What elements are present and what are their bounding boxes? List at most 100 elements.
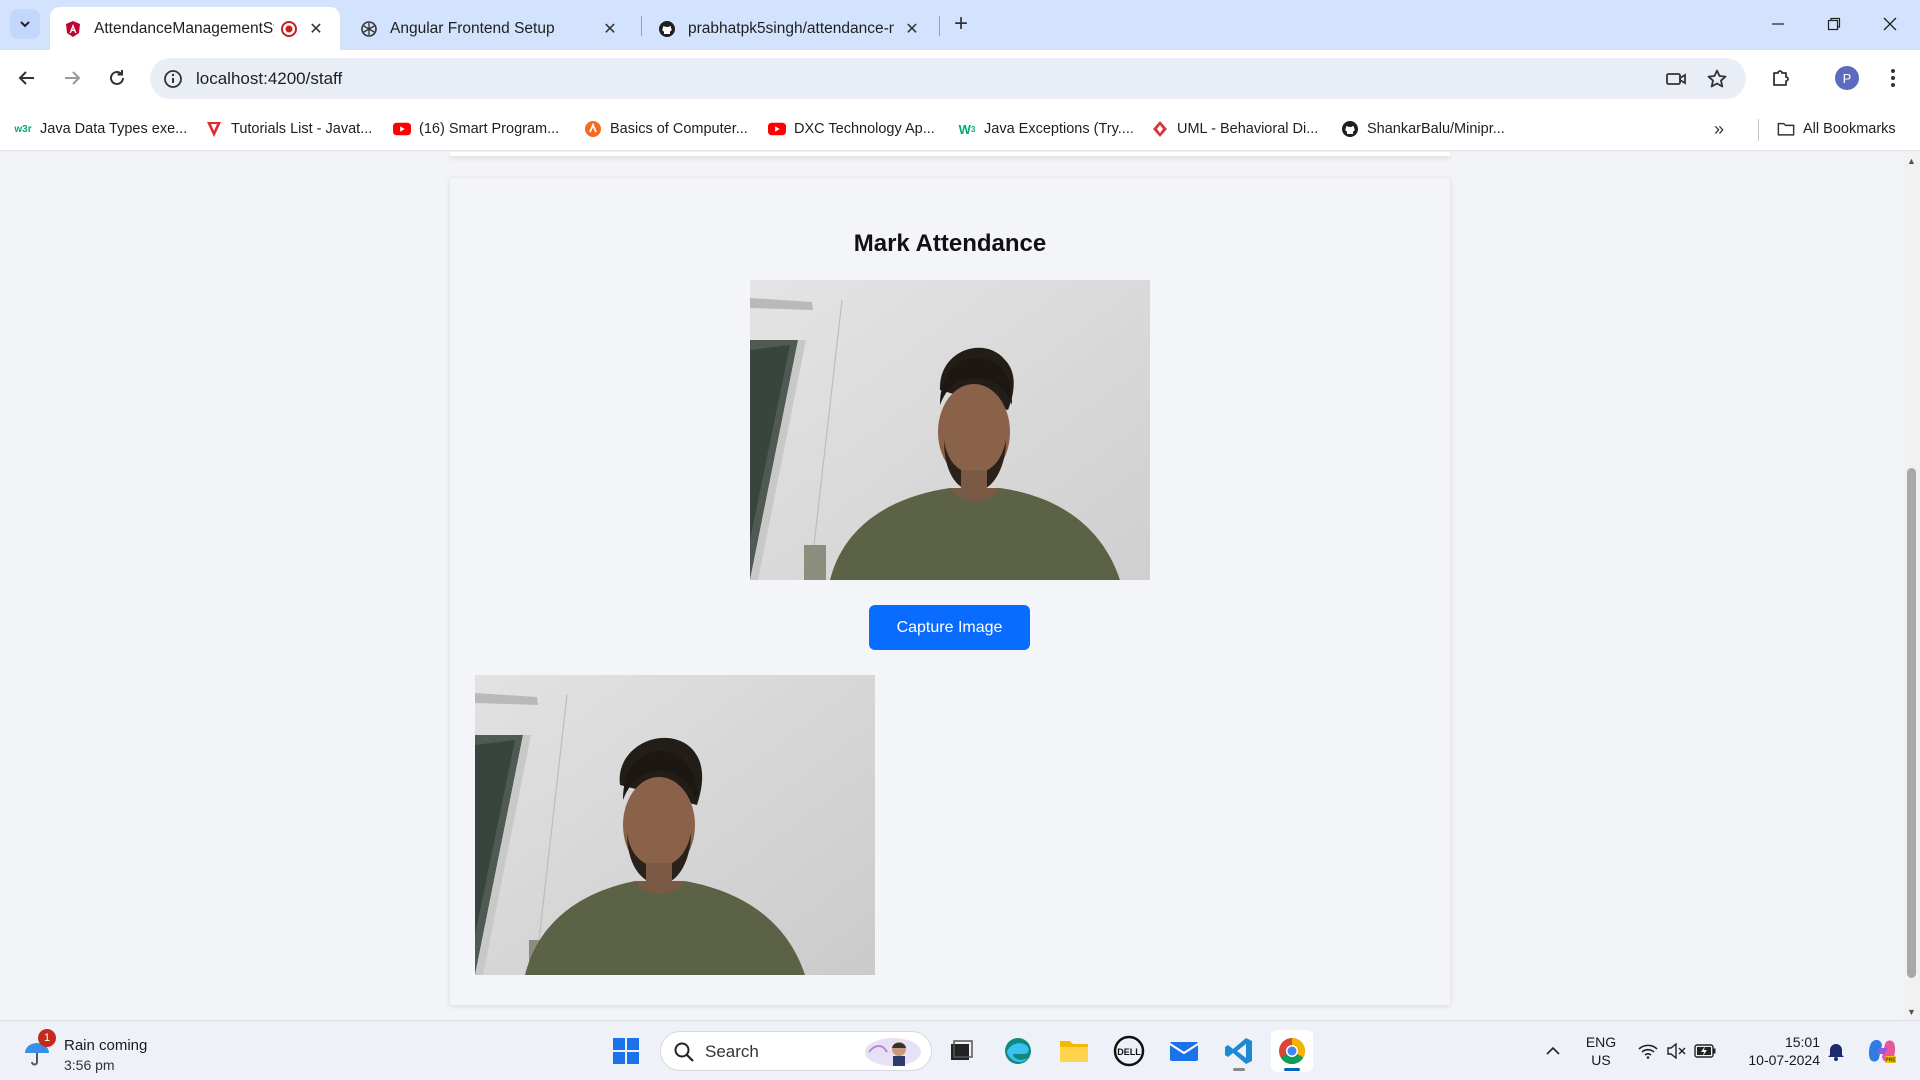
w3schools-icon: w3r (14, 123, 32, 135)
clock-date: 10-07-2024 (1748, 1052, 1820, 1068)
w3-icon: W3 (958, 121, 976, 137)
running-indicator (1233, 1068, 1245, 1071)
taskbar-task-view[interactable] (940, 1030, 982, 1072)
tab-angular-setup[interactable]: Angular Frontend Setup ✕ (346, 7, 634, 50)
youtube-icon (393, 120, 411, 138)
weather-widget[interactable]: 1 Rain coming 3:56 pm (22, 1029, 162, 1073)
taskbar-search-box[interactable]: Search (660, 1031, 932, 1071)
chevron-up-icon (1546, 1046, 1560, 1055)
region-code: US (1591, 1052, 1611, 1068)
page-title: Mark Attendance (853, 230, 1047, 257)
minimize-button[interactable] (1750, 8, 1806, 40)
bell-icon (1828, 1044, 1844, 1061)
kebab-menu-icon (1891, 69, 1895, 87)
search-highlight-illustration-icon (863, 1036, 923, 1068)
all-bookmarks-button[interactable]: All Bookmarks (1777, 117, 1896, 141)
extensions-button[interactable] (1764, 61, 1798, 95)
all-bookmarks-label: All Bookmarks (1803, 121, 1896, 137)
tab-title: AttendanceManagementSys (94, 19, 274, 37)
back-button[interactable] (10, 61, 44, 95)
bookmark-item[interactable]: ShankarBalu/Minipr... (1341, 117, 1505, 141)
taskbar-mail[interactable] (1163, 1030, 1205, 1072)
page-scrollbar[interactable]: ▲ ▼ (1903, 152, 1920, 1020)
language-indicator[interactable]: ENG US (1578, 1033, 1624, 1069)
battery-status[interactable] (1690, 1021, 1720, 1080)
github-icon (1341, 120, 1359, 138)
close-tab-icon[interactable]: ✕ (600, 19, 620, 39)
search-label: Search (705, 1042, 759, 1061)
tab-github-repo[interactable]: prabhatpk5singh/attendance-m ✕ (644, 7, 936, 50)
github-icon (658, 20, 676, 38)
bookmark-label: (16) Smart Program... (419, 121, 560, 137)
taskbar-chrome[interactable] (1271, 1030, 1313, 1072)
bookmark-star-icon[interactable] (1705, 67, 1729, 91)
volume-status[interactable] (1662, 1021, 1690, 1080)
edge-browser-icon (1005, 1038, 1031, 1064)
folder-icon (1777, 120, 1795, 138)
capture-image-button[interactable]: Capture Image (869, 605, 1030, 650)
camera-in-use-icon[interactable] (1664, 67, 1688, 91)
attendance-card: Mark Attendance Capture Image (450, 178, 1450, 1005)
address-bar[interactable]: localhost:4200/staff (150, 58, 1746, 99)
mail-icon (1169, 1042, 1199, 1061)
close-tab-icon[interactable]: ✕ (902, 19, 922, 39)
notification-badge: 1 (38, 1029, 56, 1047)
start-button[interactable] (605, 1030, 647, 1072)
new-tab-button[interactable]: + (947, 10, 975, 38)
notifications-button[interactable] (1822, 1021, 1850, 1080)
bookmark-item[interactable]: w3r Java Data Types exe... (14, 117, 187, 141)
volume-muted-icon (1667, 1043, 1686, 1059)
page-viewport: Mark Attendance Capture Image (0, 152, 1920, 1020)
tab-attendance[interactable]: AttendanceManagementSys ✕ (50, 7, 340, 50)
show-hidden-icons-button[interactable] (1538, 1021, 1568, 1080)
minimize-icon (1772, 23, 1784, 25)
bookmark-item[interactable]: Basics of Computer... (584, 117, 748, 141)
restore-button[interactable] (1806, 8, 1862, 40)
taskbar-edge[interactable] (997, 1030, 1039, 1072)
close-window-button[interactable] (1862, 8, 1918, 40)
chatgpt-icon (360, 20, 378, 38)
bookmark-item[interactable]: (16) Smart Program... (393, 117, 559, 141)
taskbar-vscode[interactable] (1218, 1030, 1260, 1072)
svg-text:DELL: DELL (1117, 1047, 1141, 1057)
scrollbar-thumb[interactable] (1907, 468, 1916, 978)
taskbar-dell[interactable]: DELL (1108, 1030, 1150, 1072)
site-info-icon[interactable] (162, 68, 184, 90)
dell-logo-icon: DELL (1113, 1035, 1145, 1067)
copilot-button[interactable]: PRE (1862, 1021, 1902, 1080)
profile-button[interactable]: P (1830, 61, 1864, 95)
forward-button[interactable] (55, 61, 89, 95)
bookmark-label: ShankarBalu/Minipr... (1367, 121, 1505, 137)
taskbar-file-explorer[interactable] (1053, 1030, 1095, 1072)
bookmark-item[interactable]: UML - Behavioral Di... (1151, 117, 1318, 141)
browser-toolbar: localhost:4200/staff P (0, 50, 1920, 107)
bookmark-item[interactable]: W3 Java Exceptions (Try.... (958, 117, 1134, 141)
javatpoint-icon (205, 120, 223, 138)
bookmark-item[interactable]: DXC Technology Ap... (768, 117, 935, 141)
url-text[interactable]: localhost:4200/staff (196, 69, 342, 89)
tab-separator (641, 16, 642, 36)
bookmark-item[interactable]: Tutorials List - Javat... (205, 117, 372, 141)
more-bookmarks-chevron-icon[interactable]: » (1714, 119, 1724, 140)
system-clock[interactable]: 15:01 10-07-2024 (1728, 1033, 1820, 1069)
browser-menu-button[interactable] (1876, 61, 1910, 95)
chrome-icon (1279, 1037, 1306, 1065)
bookmark-label: Java Data Types exe... (40, 121, 188, 137)
scroll-up-arrow-icon[interactable]: ▲ (1907, 156, 1916, 166)
reload-button[interactable] (100, 61, 134, 95)
copilot-icon: PRE (1868, 1039, 1896, 1064)
folder-icon (1060, 1041, 1088, 1062)
geeks-icon (584, 120, 602, 138)
restore-icon (1827, 17, 1841, 31)
tab-search-button[interactable] (10, 9, 40, 39)
bookmark-label: DXC Technology Ap... (794, 121, 935, 137)
task-view-icon (951, 1040, 973, 1060)
vscode-icon (1225, 1038, 1252, 1064)
wifi-status[interactable] (1634, 1021, 1662, 1080)
battery-charging-icon (1694, 1044, 1716, 1058)
angular-icon (64, 20, 82, 38)
youtube-icon (768, 120, 786, 138)
bookmarks-divider (1758, 119, 1759, 141)
close-tab-icon[interactable]: ✕ (306, 19, 326, 39)
scroll-down-arrow-icon[interactable]: ▼ (1907, 1007, 1916, 1017)
